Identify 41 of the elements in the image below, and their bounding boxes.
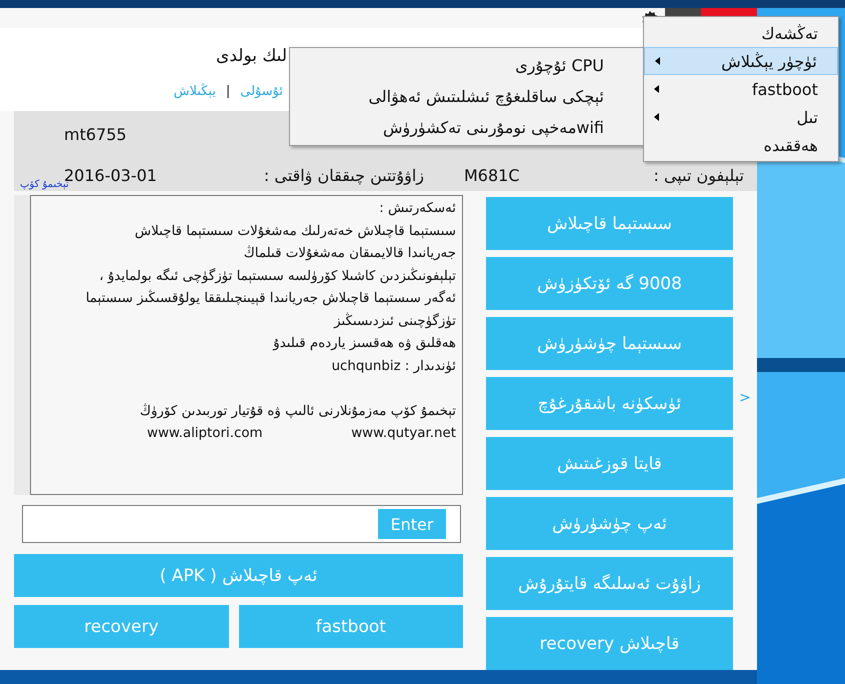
note-line: تۈزگۈچىنى ئىزدىسىڭىز [332,312,456,330]
info-label: تېلېفون تىپى : [652,166,744,184]
submenu-item[interactable]: wifiمەخپى نومۇرىنى تەكشۈرۈش [290,112,644,143]
note-line: تېلېفونىڭىزدىن كاشىلا كۆرۈلسە سىستېما تۈزگۈچى ئىگە بولمايدۇ ، [98,266,456,286]
separator-text: | [226,84,230,100]
menu-item[interactable]: ھەققىدە [644,131,838,159]
menu-item[interactable]: fastboot [644,75,838,103]
update-link[interactable]: يېڭىلاش [174,84,216,100]
action-button[interactable]: 9008 گە ئۆتكۈزۈش [486,257,733,310]
submenu-item[interactable]: CPU ئۇچۇرى [290,50,644,81]
note-line: جەريانىدا قالايمىقان مەشغۇلات قىلماڭ [242,244,456,263]
recovery-button[interactable]: recovery [14,605,229,648]
website-text: www.aliptori.com [147,425,263,443]
note-line: ھەقلىق ۋە ھەقسىز ياردەم قىلىدۇ [272,335,456,353]
note-line: ئۈندىدار : uchqunbiz [330,358,456,376]
action-button[interactable]: ئەپ چۈشۈرۈش [486,497,733,550]
note-line: تېخىمۇ كۆپ مەزمۇنلارنى ئالىپ ۋە قۇتيار توربىدىن كۆرۈڭ [138,402,456,420]
expand-arrow[interactable]: > [739,390,751,406]
action-button[interactable]: سىستېما چۈشۈرۈش [486,317,733,370]
website-text: www.qutyar.net [351,425,456,443]
action-button[interactable]: سىستېما قاچىلاش [486,197,733,250]
action-button[interactable]: ئۈسكۈنە باشقۇرغۇچ [486,377,733,430]
fastboot-button[interactable]: fastboot [238,605,463,648]
method-link[interactable]: ئۇسۇلى [240,84,283,100]
note-line: ئەگەر سىستېما قاچىلاش جەريانىدا قېيىنچىلىققا يولۇقسىڭىز سىستېما [84,288,456,308]
install-recovery-button[interactable]: قاچىلاش recovery [486,617,733,670]
install-apk-button[interactable]: ئەپ قاچىلاش ( APK ) [14,554,463,597]
note-line: ئەسكەرتىش : [378,200,456,218]
menu-item[interactable]: ئۈچۈر يېڭىلاش [644,47,838,75]
info-label: زاۋۇتتىن چىققان ۋاقتى : [262,166,424,184]
command-field[interactable]: Enter [22,505,461,543]
info-value: M681C [464,166,520,184]
heading-text: لىك بولدى [216,46,287,66]
menu-item[interactable]: تەڭشەك [644,19,838,47]
submenu-item[interactable]: ئېچكى ساقلىغۇچ ئىشلىتىش ئەھۋالى [290,81,644,112]
enter-button[interactable]: Enter [378,509,446,539]
action-button[interactable]: قايتا قوزغىتىش [486,437,733,490]
info-value: mt6755 [64,124,127,144]
action-button[interactable]: زاۋۇت ئەسلىگە قايتۇرۇش [486,557,733,610]
menu-item[interactable]: تىل [644,103,838,131]
note-line: سىستېما قاچىلاش خەتەرلىك مەشغۇلات سىستېما قاچىلاش [134,222,456,240]
